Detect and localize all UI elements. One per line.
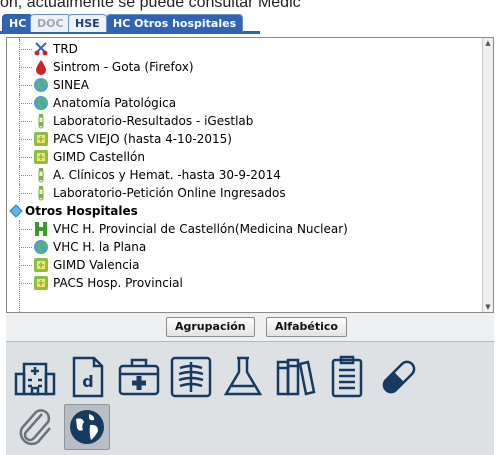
tree-group-otros-hospitales[interactable]: Otros Hospitales bbox=[7, 202, 477, 220]
clipboard-icon[interactable] bbox=[324, 354, 370, 400]
group-label: Otros Hospitales bbox=[25, 204, 138, 218]
tree-item-lab-resultados[interactable]: Laboratorio-Resultados - iGestlab bbox=[7, 112, 477, 130]
h-icon bbox=[35, 222, 47, 236]
globe-icon bbox=[34, 96, 48, 110]
tree-scrollbar[interactable]: ▲ ▼ bbox=[482, 38, 493, 312]
tree-item-label: A. Clínicos y Hemat. -hasta 30-9-2014 bbox=[53, 168, 281, 182]
scroll-up-icon[interactable]: ▲ bbox=[483, 38, 493, 48]
tree-item-label: VHC H. la Plana bbox=[53, 240, 147, 254]
tab-bar: HC DOC HSE HC Otros hospitales bbox=[0, 12, 497, 36]
document-d-icon[interactable]: d bbox=[64, 354, 110, 400]
flask-icon[interactable] bbox=[220, 354, 266, 400]
tree-item-label: GIMD Valencia bbox=[53, 258, 140, 272]
globe-icon bbox=[34, 240, 48, 254]
tree-item-label: VHC H. Provincial de Castellón(Medicina … bbox=[53, 222, 348, 236]
pill-icon[interactable] bbox=[376, 354, 422, 400]
tree-item-clinicos-hemat[interactable]: A. Clínicos y Hemat. -hasta 30-9-2014 bbox=[7, 166, 477, 184]
test-tube-icon bbox=[38, 186, 44, 201]
tree-item-vhc-provincial[interactable]: VHC H. Provincial de Castellón(Medicina … bbox=[7, 220, 477, 238]
tab-hc-otros-hospitales[interactable]: HC Otros hospitales bbox=[106, 14, 244, 32]
background-page-text: ón, actualmente se puede consultar Medic bbox=[0, 0, 301, 11]
tree-item-label: Laboratorio-Resultados - iGestlab bbox=[53, 114, 254, 128]
svg-text:d: d bbox=[82, 372, 93, 391]
tree-item-pacs-provincial[interactable]: PACS Hosp. Provincial bbox=[7, 274, 477, 292]
blood-drop-icon bbox=[36, 60, 46, 75]
tab-hse[interactable]: HSE bbox=[68, 14, 107, 32]
pacs-icon bbox=[34, 258, 48, 272]
tree-item-sintrom[interactable]: Sintrom - Gota (Firefox) bbox=[7, 58, 477, 76]
tab-hc[interactable]: HC bbox=[2, 14, 34, 32]
agrupacion-button[interactable]: Agrupación bbox=[166, 317, 255, 337]
pacs-icon bbox=[34, 132, 48, 146]
tree-item-anatomia[interactable]: Anatomía Patológica bbox=[7, 94, 477, 112]
tree-item-sinea[interactable]: SINEA bbox=[7, 76, 477, 94]
diamond-icon bbox=[9, 204, 23, 218]
links-tree-panel: TRD Sintrom - Gota (Firefox) SINEA Anato… bbox=[6, 37, 494, 313]
tree-item-gimd-valencia[interactable]: GIMD Valencia bbox=[7, 256, 477, 274]
tree-item-label: SINEA bbox=[53, 78, 89, 92]
medical-kit-icon[interactable] bbox=[116, 354, 162, 400]
pacs-icon bbox=[34, 276, 48, 290]
tree-item-trd[interactable]: TRD bbox=[7, 40, 477, 58]
tree-item-gimd-castellon[interactable]: GIMD Castellón bbox=[7, 148, 477, 166]
globe-button[interactable] bbox=[64, 404, 110, 450]
paperclip-icon[interactable] bbox=[12, 404, 58, 450]
links-tree: TRD Sintrom - Gota (Firefox) SINEA Anato… bbox=[7, 38, 483, 312]
tree-item-lab-peticion[interactable]: Laboratorio-Petición Online Ingresados bbox=[7, 184, 477, 202]
hospital-icon[interactable] bbox=[12, 354, 58, 400]
xray-icon[interactable] bbox=[168, 354, 214, 400]
tree-item-pacs-viejo[interactable]: PACS VIEJO (hasta 4-10-2015) bbox=[7, 130, 477, 148]
scissors-icon bbox=[34, 42, 48, 56]
globe-icon bbox=[34, 78, 48, 92]
test-tube-icon bbox=[38, 168, 44, 183]
globe-icon bbox=[70, 410, 104, 444]
tree-item-label: Sintrom - Gota (Firefox) bbox=[53, 60, 194, 74]
tree-item-vhc-la-plana[interactable]: VHC H. la Plana bbox=[7, 238, 477, 256]
tree-item-label: GIMD Castellón bbox=[53, 150, 145, 164]
alfabetico-button[interactable]: Alfabético bbox=[266, 317, 347, 337]
tab-doc[interactable]: DOC bbox=[30, 14, 71, 32]
test-tube-icon bbox=[38, 114, 44, 129]
tree-item-label: PACS Hosp. Provincial bbox=[53, 276, 183, 290]
books-icon[interactable] bbox=[272, 354, 318, 400]
pacs-icon bbox=[34, 150, 48, 164]
tree-item-label: Laboratorio-Petición Online Ingresados bbox=[53, 186, 286, 200]
scroll-down-icon[interactable]: ▼ bbox=[483, 302, 493, 312]
tree-item-label: PACS VIEJO (hasta 4-10-2015) bbox=[53, 132, 232, 146]
category-icon-panel: d bbox=[6, 342, 494, 455]
tree-item-label: TRD bbox=[53, 42, 78, 56]
sort-button-bar: Agrupación Alfabético bbox=[6, 313, 494, 342]
tree-item-label: Anatomía Patológica bbox=[53, 96, 177, 110]
